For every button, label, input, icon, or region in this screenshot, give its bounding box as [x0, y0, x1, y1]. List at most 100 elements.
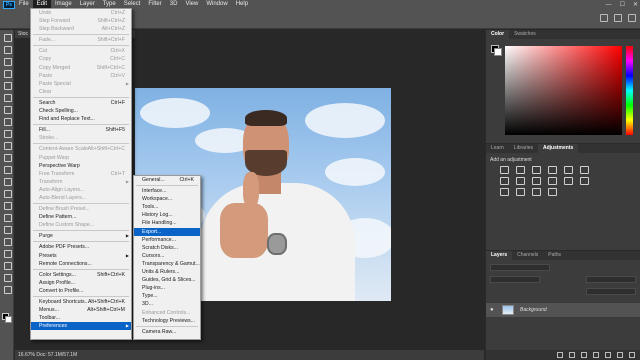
fill-field[interactable]: [586, 288, 636, 295]
color-picker-field[interactable]: [505, 46, 622, 135]
edit-menu-item-define-pattern[interactable]: Define Pattern...: [31, 213, 131, 221]
new-layer-icon[interactable]: [617, 352, 623, 358]
hsl-icon[interactable]: [580, 166, 589, 174]
levels-icon[interactable]: [516, 166, 525, 174]
edit-menu-item-search[interactable]: Search Ctrl+F: [31, 99, 131, 107]
menu-3d[interactable]: 3D: [166, 0, 182, 9]
prefs-menu-item-plug-ins[interactable]: Plug-ins...: [134, 284, 200, 292]
brightness-contrast-icon[interactable]: [500, 166, 509, 174]
prefs-menu-item-general[interactable]: General... Ctrl+K: [134, 176, 200, 184]
invert-icon[interactable]: [580, 177, 589, 185]
prefs-menu-item-type[interactable]: Type...: [134, 292, 200, 300]
hand-tool-icon[interactable]: [2, 260, 12, 270]
tab-libraries[interactable]: Libraries: [509, 144, 538, 153]
search-icon[interactable]: [600, 14, 608, 22]
gradient-tool-icon[interactable]: [2, 176, 12, 186]
menu-view[interactable]: View: [181, 0, 202, 9]
edit-menu-item-presets[interactable]: Presets ▶: [31, 252, 131, 260]
link-layers-icon[interactable]: [557, 352, 563, 358]
vibrance-icon[interactable]: [564, 166, 573, 174]
edit-menu-item-remote-connections[interactable]: Remote Connections...: [31, 260, 131, 268]
eyedropper-tool-icon[interactable]: [2, 104, 12, 114]
photo-filter-icon[interactable]: [532, 177, 541, 185]
edit-menu-item-purge[interactable]: Purge ▶: [31, 232, 131, 240]
workspace-icon[interactable]: [614, 14, 622, 22]
tab-color[interactable]: Color: [486, 30, 510, 39]
menu-filter[interactable]: Filter: [144, 0, 165, 9]
crop-tool-icon[interactable]: [2, 80, 12, 90]
tab-learn[interactable]: Learn: [486, 144, 509, 153]
prefs-menu-item-transparency-gamut[interactable]: Transparency & Gamut...: [134, 260, 200, 268]
color-lookup-icon[interactable]: [564, 177, 573, 185]
prefs-menu-item-history-log[interactable]: History Log...: [134, 211, 200, 219]
edit-menu-item-convert-to-profile[interactable]: Convert to Profile...: [31, 287, 131, 295]
edit-menu-item-menus[interactable]: Menus... Alt+Shift+Ctrl+M: [31, 306, 131, 314]
healing-brush-icon[interactable]: [2, 116, 12, 126]
eraser-tool-icon[interactable]: [2, 164, 12, 174]
new-group-icon[interactable]: [605, 352, 611, 358]
more-tools-icon[interactable]: [2, 284, 12, 294]
opacity-field[interactable]: [586, 276, 636, 283]
black-white-icon[interactable]: [516, 177, 525, 185]
prefs-menu-item-tools[interactable]: Tools...: [134, 203, 200, 211]
edit-menu-item-perspective-warp[interactable]: Perspective Warp: [31, 162, 131, 170]
menu-help[interactable]: Help: [232, 0, 252, 9]
blur-tool-icon[interactable]: [2, 188, 12, 198]
prefs-menu-item-guides-grid-slices[interactable]: Guides, Grid & Slices...: [134, 276, 200, 284]
prefs-menu-item-units-rulers[interactable]: Units & Rulers...: [134, 268, 200, 276]
tab-swatches[interactable]: Swatches: [509, 30, 541, 39]
brush-tool-icon[interactable]: [2, 128, 12, 138]
edit-menu-item-keyboard-shortcuts[interactable]: Keyboard Shortcuts... Alt+Shift+Ctrl+K: [31, 298, 131, 306]
history-brush-icon[interactable]: [2, 152, 12, 162]
trash-icon[interactable]: [629, 352, 635, 358]
type-tool-icon[interactable]: [2, 224, 12, 234]
prefs-menu-item-export[interactable]: Export...: [134, 227, 200, 236]
marquee-tool-icon[interactable]: [2, 44, 12, 54]
lasso-tool-icon[interactable]: [2, 56, 12, 66]
move-tool-icon[interactable]: [2, 32, 12, 42]
zoom-tool-icon[interactable]: [2, 272, 12, 282]
rectangle-tool-icon[interactable]: [2, 248, 12, 258]
posterize-icon[interactable]: [500, 188, 509, 196]
selective-color-icon[interactable]: [548, 188, 557, 196]
channel-mixer-icon[interactable]: [548, 177, 557, 185]
edit-menu-item-assign-profile[interactable]: Assign Profile...: [31, 279, 131, 287]
prefs-menu-item-file-handling[interactable]: File Handling...: [134, 219, 200, 227]
threshold-icon[interactable]: [516, 188, 525, 196]
frame-tool-icon[interactable]: [2, 92, 12, 102]
pen-tool-icon[interactable]: [2, 212, 12, 222]
dodge-tool-icon[interactable]: [2, 200, 12, 210]
minimize-icon[interactable]: —: [606, 2, 612, 8]
clone-stamp-icon[interactable]: [2, 140, 12, 150]
layer-kind-filter[interactable]: [490, 264, 550, 271]
fx-icon[interactable]: [569, 352, 575, 358]
edit-menu-item-preferences[interactable]: Preferences ▶: [31, 322, 131, 331]
edit-menu-item-adobe-pdf-presets[interactable]: Adobe PDF Presets...: [31, 243, 131, 251]
color-balance-icon[interactable]: [500, 177, 509, 185]
prefs-menu-item-interface[interactable]: Interface...: [134, 187, 200, 195]
menu-window[interactable]: Window: [202, 0, 231, 9]
background-color-swatch[interactable]: [5, 316, 12, 323]
edit-menu-item-color-settings[interactable]: Color Settings... Shift+Ctrl+K: [31, 271, 131, 279]
quick-select-tool-icon[interactable]: [2, 68, 12, 78]
gradient-map-icon[interactable]: [532, 188, 541, 196]
hue-slider[interactable]: [626, 46, 633, 135]
tab-layers[interactable]: Layers: [486, 251, 513, 260]
edit-menu-item-toolbar[interactable]: Toolbar...: [31, 314, 131, 322]
tab-adjustments[interactable]: Adjustments: [537, 144, 579, 153]
curves-icon[interactable]: [532, 166, 541, 174]
prefs-menu-item-performance[interactable]: Performance...: [134, 236, 200, 244]
prefs-menu-item-camera-raw[interactable]: Camera Raw...: [134, 328, 200, 336]
prefs-menu-item-scratch-disks[interactable]: Scratch Disks...: [134, 244, 200, 252]
edit-menu-item-check-spelling[interactable]: Check Spelling...: [31, 107, 131, 115]
maximize-icon[interactable]: ☐: [620, 1, 625, 8]
blend-mode-select[interactable]: [490, 276, 540, 283]
tab-channels[interactable]: Channels: [512, 251, 543, 260]
exposure-icon[interactable]: [548, 166, 557, 174]
edit-menu-item-fill[interactable]: Fill... Shift+F5: [31, 126, 131, 134]
prefs-menu-item-technology-previews[interactable]: Technology Previews...: [134, 317, 200, 325]
prefs-menu-item-workspace[interactable]: Workspace...: [134, 195, 200, 203]
path-select-icon[interactable]: [2, 236, 12, 246]
new-adjustment-icon[interactable]: [593, 352, 599, 358]
close-icon[interactable]: ✕: [633, 1, 638, 8]
